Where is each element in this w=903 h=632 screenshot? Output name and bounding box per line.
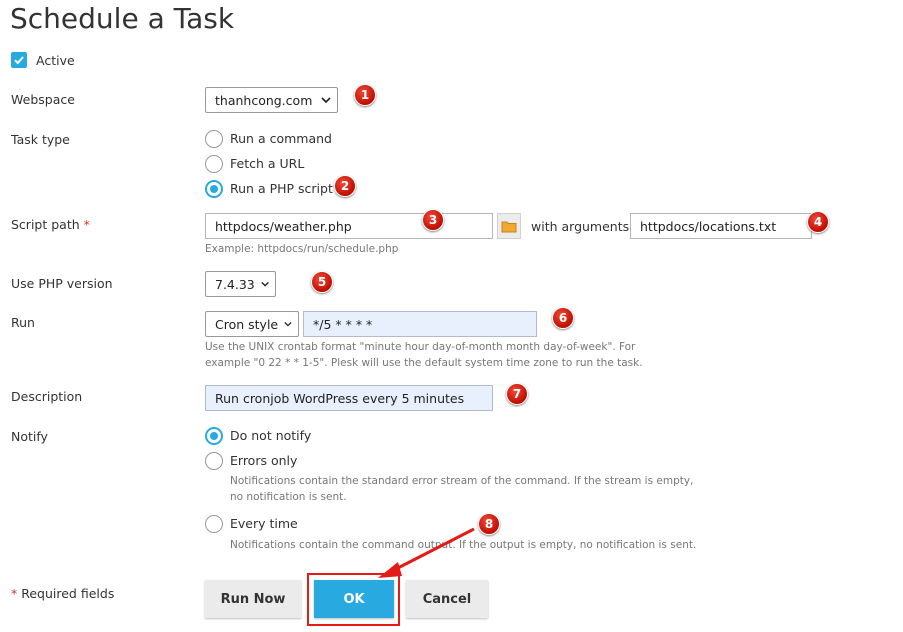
annotation-badge-3: 3 <box>422 209 444 231</box>
notify-errors-hint-line-1: Notifications contain the standard error… <box>230 475 694 487</box>
notify-none-radio[interactable] <box>205 427 223 445</box>
page-title: Schedule a Task <box>10 2 235 35</box>
check-icon <box>14 56 24 65</box>
annotation-badge-5: 5 <box>311 271 333 293</box>
annotation-badge-1: 1 <box>354 84 376 106</box>
chevron-down-icon <box>261 281 269 287</box>
with-arguments-label: with arguments <box>531 219 630 234</box>
description-value: Run cronjob WordPress every 5 minutes <box>215 390 465 406</box>
task-type-command-radio[interactable] <box>205 130 223 148</box>
run-style-value: Cron style <box>215 316 279 332</box>
annotation-badge-2: 2 <box>334 175 356 197</box>
notify-errors-label[interactable]: Errors only <box>230 453 297 468</box>
required-asterisk: * <box>11 586 18 601</box>
task-type-php-radio[interactable] <box>205 180 223 198</box>
task-type-label: Task type <box>11 132 70 147</box>
task-type-command-label[interactable]: Run a command <box>230 131 332 146</box>
folder-icon <box>501 221 517 232</box>
notify-label: Notify <box>11 429 48 444</box>
script-path-label: Script path * <box>11 217 90 232</box>
required-fields-note: * Required fields <box>11 586 115 601</box>
run-hint-line-1: Use the UNIX crontab format "minute hour… <box>205 341 636 353</box>
php-version-value: 7.4.33 <box>215 276 255 292</box>
task-type-url-radio[interactable] <box>205 155 223 173</box>
run-label: Run <box>11 315 35 330</box>
webspace-label: Webspace <box>11 92 75 107</box>
script-path-input[interactable]: httpdocs/weather.php <box>205 213 493 239</box>
notify-every-label[interactable]: Every time <box>230 516 298 531</box>
chevron-down-icon <box>284 321 292 327</box>
required-asterisk: * <box>83 217 90 232</box>
notify-errors-hint: Notifications contain the standard error… <box>230 473 693 505</box>
arguments-value: httpdocs/locations.txt <box>640 218 777 234</box>
annotation-badge-4: 4 <box>807 211 829 233</box>
php-version-label: Use PHP version <box>11 276 113 291</box>
php-version-select[interactable]: 7.4.33 <box>205 271 276 297</box>
ok-button[interactable]: OK <box>314 580 394 618</box>
notify-errors-hint-line-2: no notification is sent. <box>230 491 347 503</box>
arguments-input[interactable]: httpdocs/locations.txt <box>630 213 812 239</box>
notify-errors-radio[interactable] <box>205 452 223 470</box>
run-now-button[interactable]: Run Now <box>205 580 301 618</box>
active-label: Active <box>36 53 75 68</box>
webspace-value: thanhcong.com <box>215 92 313 108</box>
description-label: Description <box>11 389 83 404</box>
task-type-url-label[interactable]: Fetch a URL <box>230 156 304 171</box>
cancel-button[interactable]: Cancel <box>406 580 488 618</box>
task-type-php-label[interactable]: Run a PHP script <box>230 181 333 196</box>
notify-every-radio[interactable] <box>205 515 223 533</box>
cron-expression-input[interactable]: */5 * * * * <box>303 311 537 337</box>
cron-expression-value: */5 * * * * <box>313 316 373 332</box>
script-path-value: httpdocs/weather.php <box>215 218 352 234</box>
script-path-example: Example: httpdocs/run/schedule.php <box>205 243 399 255</box>
description-input[interactable]: Run cronjob WordPress every 5 minutes <box>205 385 493 411</box>
active-checkbox[interactable] <box>11 52 27 68</box>
run-hint: Use the UNIX crontab format "minute hour… <box>205 339 643 371</box>
chevron-down-icon <box>321 97 331 103</box>
run-hint-line-2: example "0 22 * * 1-5". Plesk will use t… <box>205 357 643 369</box>
annotation-badge-7: 7 <box>506 383 528 405</box>
webspace-select[interactable]: thanhcong.com <box>205 87 338 113</box>
annotation-badge-6: 6 <box>552 307 574 329</box>
run-style-select[interactable]: Cron style <box>205 311 299 337</box>
browse-folder-button[interactable] <box>497 213 521 239</box>
notify-none-label[interactable]: Do not notify <box>230 428 311 443</box>
